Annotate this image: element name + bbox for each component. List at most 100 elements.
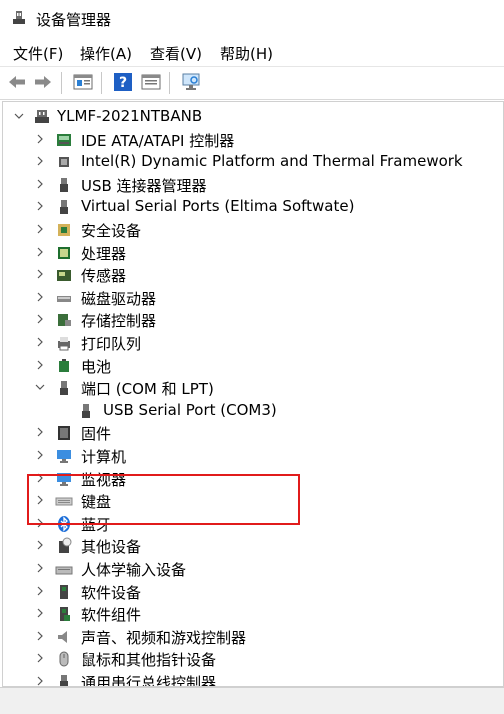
- serial-port-icon: [82, 403, 90, 418]
- toolbar-separator: [169, 72, 170, 94]
- chevron-down-icon[interactable]: [34, 381, 46, 393]
- tree-category-label: 磁盘驱动器: [81, 289, 157, 308]
- chevron-right-icon[interactable]: [34, 585, 46, 597]
- chevron-down-icon[interactable]: [13, 110, 25, 122]
- software-component-icon: [60, 607, 70, 622]
- tree-category-label: USB 连接器管理器: [81, 176, 207, 195]
- chevron-right-icon[interactable]: [34, 133, 46, 145]
- chevron-right-icon[interactable]: [34, 359, 46, 371]
- toolbar-separator: [101, 72, 102, 94]
- menu-view[interactable]: 查看(V): [150, 43, 202, 64]
- battery-icon: [59, 358, 69, 372]
- disk-drive-icon: [57, 295, 71, 302]
- tree-category[interactable]: 处理器: [3, 242, 501, 264]
- tree-category[interactable]: Virtual Serial Ports (Eltima Softwate): [3, 196, 501, 218]
- tree-category-label: 计算机: [81, 448, 127, 466]
- tree-category-label: 端口 (COM 和 LPT): [81, 380, 214, 399]
- sensor-icon: [57, 270, 71, 282]
- chevron-right-icon[interactable]: [34, 336, 46, 348]
- menu-file[interactable]: 文件(F): [13, 43, 63, 64]
- chevron-right-icon[interactable]: [34, 562, 46, 574]
- tree-category[interactable]: 传感器: [3, 264, 501, 286]
- show-hidden-icon[interactable]: [140, 71, 162, 93]
- hid-icon: [55, 566, 73, 575]
- device-tree: YLMF-2021NTBANB IDE ATA/ATAPI 控制器 Intel(R)…: [2, 101, 504, 687]
- chevron-right-icon[interactable]: [34, 200, 46, 212]
- toolbar-separator: [61, 72, 62, 94]
- tree-category[interactable]: 安全设备: [3, 219, 501, 241]
- title-bar: 设备管理器: [0, 0, 504, 38]
- menu-help[interactable]: 帮助(H): [220, 43, 273, 64]
- computer-root-icon: [35, 110, 49, 123]
- tree-category[interactable]: 声音、视频和游戏控制器: [3, 626, 501, 648]
- status-bar: [0, 687, 504, 714]
- tree-category[interactable]: 通用串行总线控制器: [3, 671, 501, 687]
- firmware-icon: [58, 426, 70, 441]
- mouse-icon: [59, 651, 69, 667]
- chevron-right-icon[interactable]: [34, 268, 46, 280]
- properties-icon[interactable]: [72, 71, 94, 93]
- software-device-icon: [60, 584, 68, 599]
- chevron-right-icon[interactable]: [34, 223, 46, 235]
- tree-category[interactable]: 端口 (COM 和 LPT): [3, 377, 501, 399]
- tree-category[interactable]: 电池: [3, 355, 501, 377]
- chevron-right-icon[interactable]: [34, 675, 46, 687]
- tree-category[interactable]: 计算机: [3, 445, 501, 467]
- scan-hardware-icon[interactable]: [180, 71, 202, 93]
- window-title: 设备管理器: [36, 11, 112, 29]
- chevron-right-icon[interactable]: [34, 652, 46, 664]
- tree-category[interactable]: Intel(R) Dynamic Platform and Thermal Fr…: [3, 151, 501, 173]
- chevron-right-icon[interactable]: [34, 313, 46, 325]
- security-device-icon: [58, 224, 70, 236]
- tree-category[interactable]: 磁盘驱动器: [3, 287, 501, 309]
- svg-text:?: ?: [119, 75, 127, 91]
- tree-category-label: 通用串行总线控制器: [81, 674, 217, 687]
- tree-category-label: 固件: [81, 425, 112, 444]
- chevron-right-icon[interactable]: [34, 291, 46, 303]
- chevron-right-icon[interactable]: [34, 155, 46, 167]
- tree-category[interactable]: IDE ATA/ATAPI 控制器: [3, 129, 501, 151]
- tree-category[interactable]: 软件组件: [3, 603, 501, 625]
- help-icon[interactable]: ?: [112, 71, 134, 93]
- tree-device-label: USB Serial Port (COM3): [103, 400, 277, 419]
- toolbar: ?: [0, 67, 504, 100]
- tree-category-label: 电池: [81, 357, 112, 376]
- tree-category-label: 处理器: [81, 244, 127, 263]
- tree-category[interactable]: 人体学输入设备: [3, 558, 501, 580]
- tree-category-label: 软件设备: [81, 583, 142, 602]
- tree-category-label: 传感器: [81, 267, 127, 286]
- tree-category-label: Intel(R) Dynamic Platform and Thermal Fr…: [81, 152, 463, 171]
- print-queue-icon: [58, 337, 70, 351]
- chevron-right-icon[interactable]: [34, 539, 46, 551]
- tree-category[interactable]: 软件设备: [3, 581, 501, 603]
- chevron-right-icon[interactable]: [34, 630, 46, 642]
- processor-icon: [58, 246, 70, 259]
- menu-action[interactable]: 操作(A): [80, 43, 132, 64]
- back-arrow-icon[interactable]: [6, 71, 28, 93]
- tree-category-label: IDE ATA/ATAPI 控制器: [81, 131, 235, 150]
- tree-category[interactable]: 打印队列: [3, 332, 501, 354]
- tree-root[interactable]: YLMF-2021NTBANB: [3, 106, 501, 128]
- device-manager-icon: [13, 11, 25, 24]
- forward-arrow-icon[interactable]: [32, 71, 54, 93]
- other-device-icon: [59, 537, 72, 554]
- ide-controller-icon: [57, 133, 71, 146]
- computer-icon: [57, 450, 71, 463]
- tree-category-label: 鼠标和其他指针设备: [81, 651, 217, 670]
- chevron-right-icon[interactable]: [34, 178, 46, 190]
- tree-category-label: 软件组件: [81, 606, 142, 625]
- chevron-right-icon[interactable]: [34, 426, 46, 438]
- tree-category-label: 人体学输入设备: [81, 561, 187, 579]
- tree-root-label: YLMF-2021NTBANB: [57, 107, 203, 125]
- chevron-right-icon[interactable]: [34, 607, 46, 619]
- tree-category[interactable]: USB 连接器管理器: [3, 174, 501, 196]
- tree-category[interactable]: 鼠标和其他指针设备: [3, 648, 501, 670]
- usb-controller-icon: [60, 675, 68, 686]
- tree-category[interactable]: 存储控制器: [3, 309, 501, 331]
- storage-controller-icon: [58, 314, 71, 327]
- chevron-right-icon[interactable]: [34, 449, 46, 461]
- chevron-right-icon[interactable]: [34, 246, 46, 258]
- tree-device[interactable]: USB Serial Port (COM3): [3, 400, 501, 422]
- tree-category[interactable]: 其他设备: [3, 535, 501, 557]
- tree-category[interactable]: 固件: [3, 422, 501, 444]
